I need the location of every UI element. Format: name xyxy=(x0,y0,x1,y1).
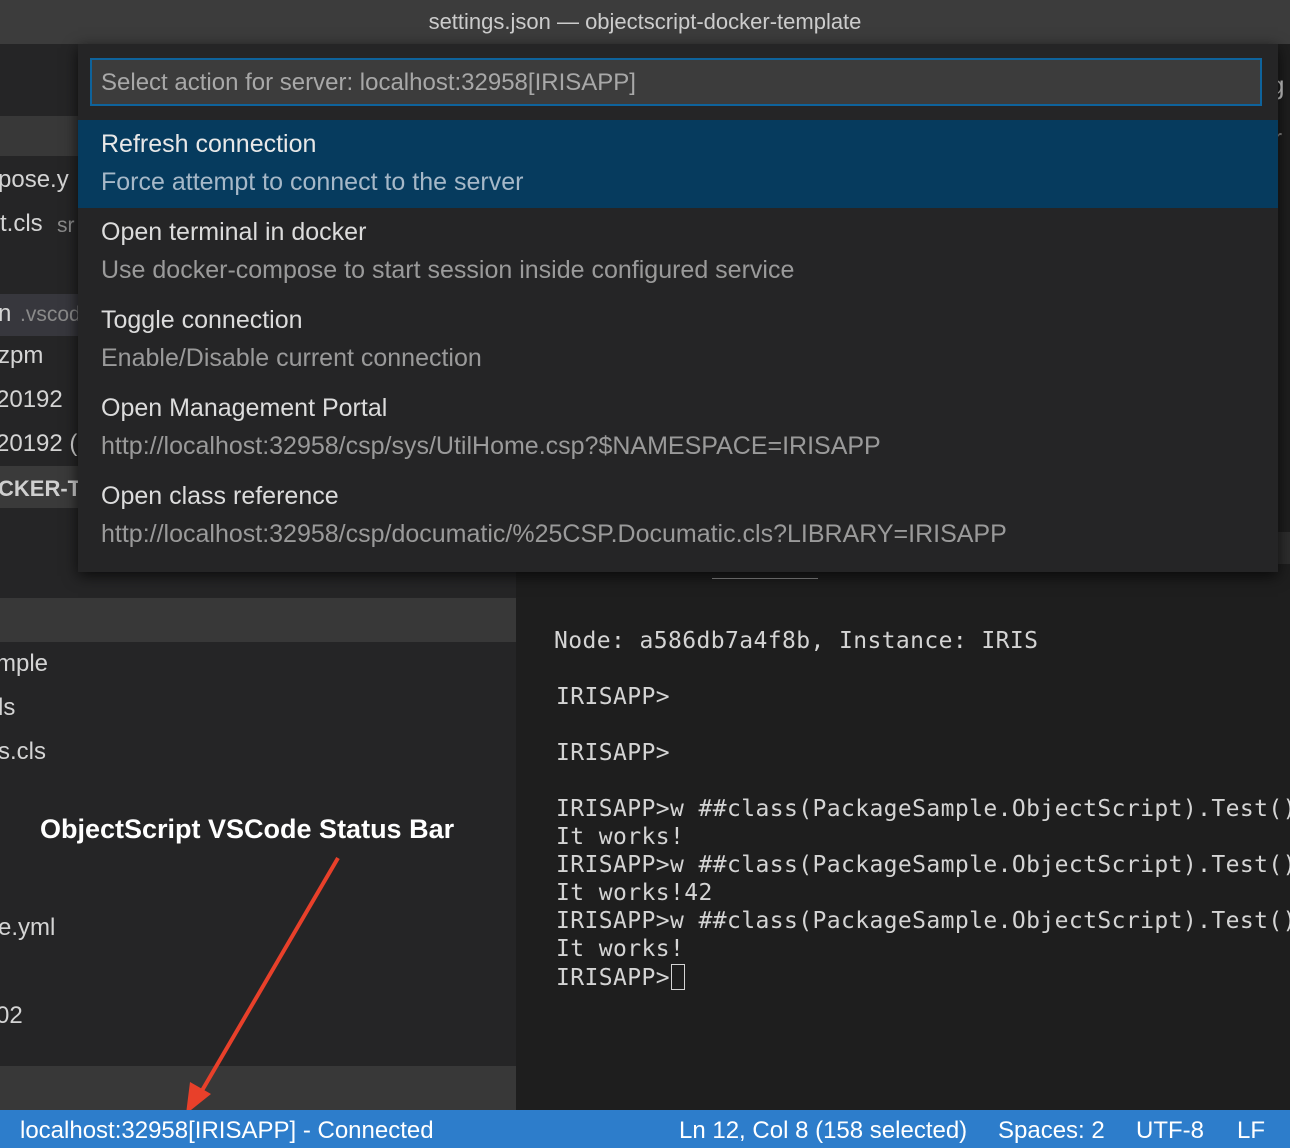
sidebar-section-header-3[interactable] xyxy=(0,1066,516,1110)
terminal-line: IRISAPP>w ##class(PackageSample.ObjectSc… xyxy=(556,852,1290,878)
quick-pick-item-toggle-connection[interactable]: Toggle connection Enable/Disable current… xyxy=(78,296,1278,384)
quick-pick-item-detail: Enable/Disable current connection xyxy=(101,344,482,372)
annotation-label: ObjectScript VSCode Status Bar xyxy=(40,814,455,844)
sidebar-item-sample[interactable]: mple xyxy=(0,650,48,678)
quick-pick-input[interactable] xyxy=(101,69,1241,97)
quick-pick-item-label: Open terminal in docker xyxy=(101,218,367,246)
terminal-cursor xyxy=(670,964,685,990)
sidebar-item-ls[interactable]: ls xyxy=(0,694,15,722)
sidebar-item-version-2[interactable]: 20192 ( xyxy=(0,430,77,458)
sidebar-item-settings-path: .vscod xyxy=(20,303,81,326)
status-indentation[interactable]: Spaces: 2 xyxy=(998,1117,1105,1145)
sidebar-section-header[interactable] xyxy=(0,116,80,156)
quick-pick-input-box[interactable] xyxy=(90,58,1262,106)
sidebar-item-version[interactable]: 20192 xyxy=(0,386,63,414)
sidebar-item-settings[interactable]: n xyxy=(0,300,11,328)
terminal-line: It works! xyxy=(556,824,685,850)
quick-pick-item-class-reference[interactable]: Open class reference http://localhost:32… xyxy=(78,472,1278,560)
sidebar-item-zpm[interactable]: zpm xyxy=(0,342,43,370)
terminal-prompt: IRISAPP> xyxy=(556,965,670,991)
quick-pick: Refresh connection Force attempt to conn… xyxy=(78,44,1278,572)
quick-pick-item-label: Refresh connection xyxy=(101,130,317,158)
quick-pick-item-label: Toggle connection xyxy=(101,306,303,334)
sidebar-item-path: sr xyxy=(57,214,75,237)
window-title: settings.json — objectscript-docker-temp… xyxy=(428,9,862,34)
sidebar-workspace-title[interactable]: CKER-T xyxy=(0,476,81,502)
quick-pick-item-detail: http://localhost:32958/csp/sys/UtilHome.… xyxy=(101,432,881,460)
quick-pick-item-detail: Force attempt to connect to the server xyxy=(101,168,524,196)
quick-pick-item-label: Open Management Portal xyxy=(101,394,388,422)
sidebar-item-compose[interactable]: pose.y xyxy=(0,166,69,194)
status-eol[interactable]: LF xyxy=(1237,1117,1265,1145)
status-encoding[interactable]: UTF-8 xyxy=(1136,1117,1204,1145)
quick-pick-item-open-terminal[interactable]: Open terminal in docker Use docker-compo… xyxy=(78,208,1278,296)
quick-pick-item-label: Open class reference xyxy=(101,482,339,510)
terminal-line: It works!42 xyxy=(556,880,713,906)
terminal-line: IRISAPP> xyxy=(556,684,670,710)
terminal-line: Node: a586db7a4f8b, Instance: IRIS xyxy=(554,628,1039,654)
status-connection[interactable]: localhost:32958[IRISAPP] - Connected xyxy=(20,1117,434,1145)
quick-pick-item-detail: Use docker-compose to start session insi… xyxy=(101,256,795,284)
terminal-line: IRISAPP>w ##class(PackageSample.ObjectSc… xyxy=(556,796,1290,822)
sidebar-item-scls[interactable]: s.cls xyxy=(0,738,46,766)
sidebar-item-02[interactable]: 02 xyxy=(0,1002,23,1030)
active-panel-tab-indicator xyxy=(712,578,818,579)
terminal-line: IRISAPP> xyxy=(556,740,670,766)
quick-pick-item-refresh-connection[interactable]: Refresh connection Force attempt to conn… xyxy=(78,120,1278,208)
terminal-line: It works! xyxy=(556,936,685,962)
sidebar-item-cls[interactable]: t.cls xyxy=(0,210,43,238)
status-bar: localhost:32958[IRISAPP] - Connected Ln … xyxy=(0,1110,1290,1148)
quick-pick-item-detail: http://localhost:32958/csp/documatic/%25… xyxy=(101,520,1007,548)
title-bar: settings.json — objectscript-docker-temp… xyxy=(0,0,1290,44)
terminal-prompt-line[interactable]: IRISAPP> xyxy=(556,964,685,991)
sidebar-section-header-2[interactable] xyxy=(0,598,516,642)
status-cursor-position[interactable]: Ln 12, Col 8 (158 selected) xyxy=(679,1117,967,1145)
terminal-line: IRISAPP>w ##class(PackageSample.ObjectSc… xyxy=(556,908,1290,934)
sidebar-item-yml[interactable]: e.yml xyxy=(0,914,55,942)
quick-pick-item-management-portal[interactable]: Open Management Portal http://localhost:… xyxy=(78,384,1278,472)
